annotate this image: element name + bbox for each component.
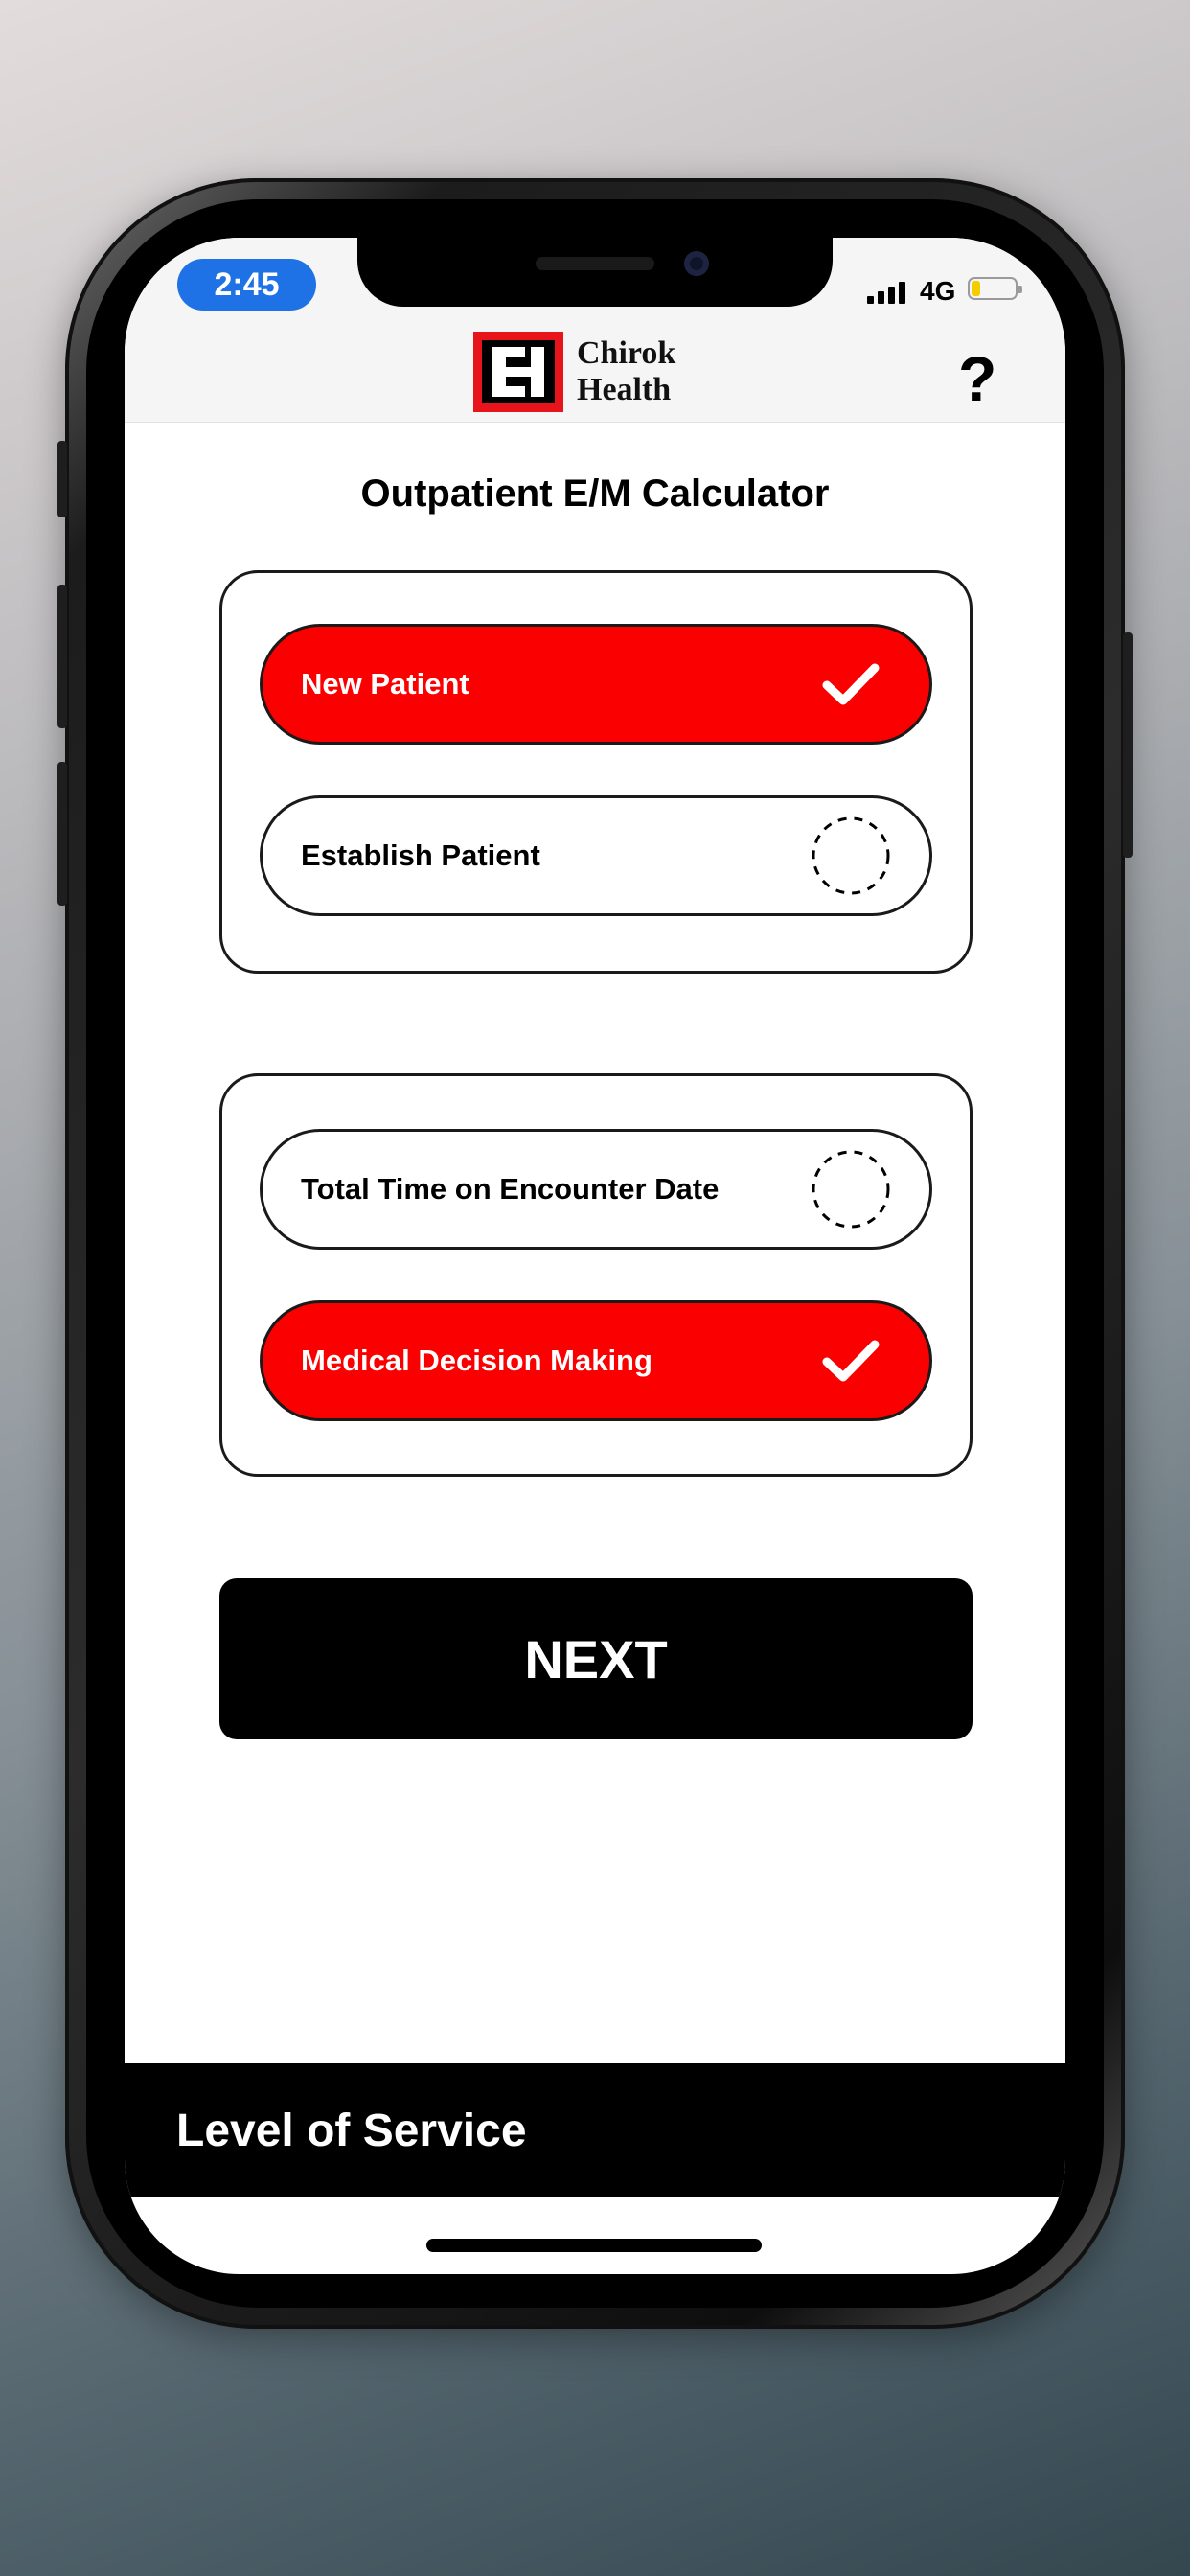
volume-down-button — [57, 762, 67, 906]
speaker-grille — [536, 257, 654, 270]
next-button[interactable]: NEXT — [219, 1578, 973, 1739]
battery-level — [972, 281, 980, 296]
status-bar: 2:45 4G — [125, 238, 1065, 326]
option-medical-decision-making[interactable]: Medical Decision Making — [260, 1300, 932, 1421]
footer-label: Level of Service — [176, 2104, 527, 2156]
logo-text-line1: Chirok — [577, 335, 676, 371]
mute-switch — [57, 441, 67, 518]
patient-type-group: New Patient Establish Patient — [219, 570, 973, 974]
home-indicator[interactable] — [426, 2239, 762, 2252]
option-label: Total Time on Encounter Date — [301, 1172, 720, 1206]
dashed-circle-icon — [811, 1149, 891, 1230]
front-camera — [684, 251, 709, 276]
option-label: Medical Decision Making — [301, 1344, 652, 1377]
checkmark-icon — [811, 644, 891, 724]
volume-up-button — [57, 585, 67, 728]
level-of-service-bar[interactable]: Level of Service — [125, 2063, 1065, 2197]
option-new-patient[interactable]: New Patient — [260, 624, 932, 745]
option-establish-patient[interactable]: Establish Patient — [260, 795, 932, 916]
logo-text-line2: Health — [577, 372, 672, 407]
status-time[interactable]: 2:45 — [177, 259, 316, 310]
help-button[interactable]: ? — [958, 347, 996, 410]
battery-icon — [968, 277, 1022, 300]
logo-text: Chirok Health — [577, 335, 675, 408]
app-logo: Chirok Health — [473, 332, 675, 412]
calculation-basis-group: Total Time on Encounter Date Medical Dec… — [219, 1073, 973, 1477]
chirok-logo-mark-icon — [473, 332, 563, 412]
power-button — [1123, 632, 1133, 858]
option-label: New Patient — [301, 667, 469, 701]
battery-tip — [1018, 286, 1022, 293]
signal-icon — [867, 282, 905, 304]
checkmark-icon — [811, 1321, 891, 1401]
notch — [357, 238, 833, 307]
page-title: Outpatient E/M Calculator — [360, 472, 830, 515]
app-header: Chirok Health ? — [125, 326, 1065, 423]
app-screen: 2:45 4G Chirok Health ? Outpatient E/M C… — [125, 238, 1065, 2274]
option-label: Establish Patient — [301, 839, 540, 872]
dashed-circle-icon — [811, 816, 891, 896]
option-total-time[interactable]: Total Time on Encounter Date — [260, 1129, 932, 1250]
network-type: 4G — [920, 276, 956, 306]
